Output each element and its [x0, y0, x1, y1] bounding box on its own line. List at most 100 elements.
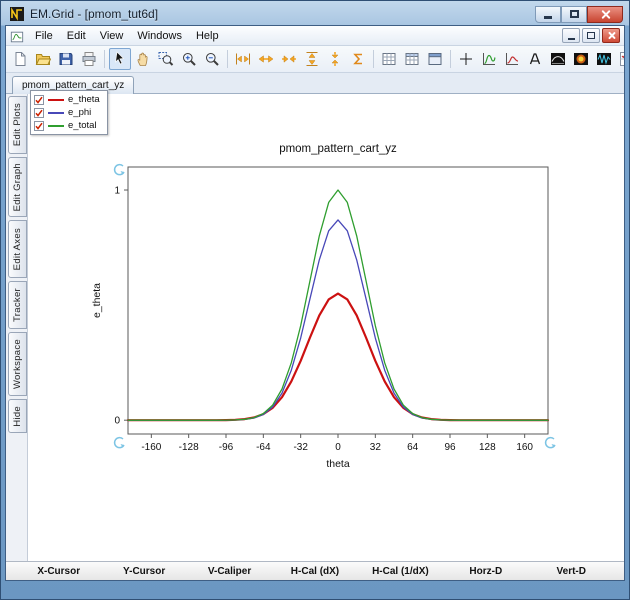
mdi-close-button[interactable]: [602, 28, 620, 43]
mdi-restore-icon: [587, 32, 595, 39]
cursor-column-vert-d: Vert-D: [556, 565, 586, 577]
select-tool-button[interactable]: [109, 48, 131, 70]
save-icon: [58, 51, 74, 67]
expand-horizontal-button[interactable]: [232, 48, 254, 70]
waveform-dark-icon: [596, 51, 612, 67]
close-icon: [600, 9, 611, 20]
sidebar-tab-edit-plots[interactable]: Edit Plots: [8, 96, 27, 154]
minimize-button[interactable]: [535, 5, 561, 23]
zoom-out-icon: [204, 51, 220, 67]
zoom-out-button[interactable]: [201, 48, 223, 70]
mdi-minimize-button[interactable]: [562, 28, 580, 43]
app-icon: [9, 6, 25, 22]
add-marker-button[interactable]: [455, 48, 477, 70]
svg-text:-32: -32: [293, 442, 308, 453]
titlebar[interactable]: EM.Grid - [pmom_tut6d]: [5, 1, 625, 25]
sidebar-tab-hide[interactable]: Hide: [8, 399, 27, 433]
legend-checkbox-e-phi[interactable]: [34, 107, 44, 118]
maximize-icon: [569, 10, 579, 18]
plot-checklist-button[interactable]: [616, 48, 624, 70]
menu-windows[interactable]: Windows: [130, 28, 189, 44]
legend-row-e-phi: e_phi: [34, 106, 100, 119]
collapse-h-icon: [281, 51, 297, 67]
menu-help[interactable]: Help: [189, 28, 226, 44]
legend-checkbox-e-total[interactable]: [34, 120, 44, 131]
surface-dark-icon: [550, 51, 566, 67]
waveform-plot-button[interactable]: [593, 48, 615, 70]
legend-label: e_theta: [68, 94, 100, 105]
svg-text:0: 0: [335, 442, 341, 453]
svg-text:96: 96: [444, 442, 456, 453]
toolbar-separator: [227, 50, 228, 68]
svg-text:160: 160: [516, 442, 533, 453]
grid-options-button[interactable]: [378, 48, 400, 70]
zoom-window-button[interactable]: [155, 48, 177, 70]
y-axis-label: e_theta: [91, 283, 103, 318]
menu-file[interactable]: File: [28, 28, 60, 44]
edit-curve-button[interactable]: [501, 48, 523, 70]
mdi-close-icon: [607, 31, 616, 40]
maximize-button[interactable]: [561, 5, 587, 23]
cross-icon: [458, 51, 474, 67]
sidebar-tab-label: Edit Plots: [12, 103, 23, 147]
mdi-window-buttons: [562, 28, 620, 43]
sidebar-tab-workspace[interactable]: Workspace: [8, 332, 27, 396]
surface-plot-button[interactable]: [547, 48, 569, 70]
add-curve-button[interactable]: [478, 48, 500, 70]
legend-checkbox-e-theta[interactable]: [34, 94, 44, 105]
cursor-readout-bar: X-Cursor Y-Cursor V-Caliper H-Cal (dX) H-Cal…: [6, 561, 624, 580]
window-icon: [427, 51, 443, 67]
toolbar-separator: [373, 50, 374, 68]
chart-canvas[interactable]: pmom_pattern_cart_yz -160 -128 -96 -64 -32 0 32…: [62, 112, 582, 512]
open-file-button[interactable]: [32, 48, 54, 70]
toolbar-separator: [104, 50, 105, 68]
add-text-button[interactable]: [524, 48, 546, 70]
sidebar-tab-label: Tracker: [12, 288, 23, 322]
legend-row-e-theta: e_theta: [34, 93, 100, 106]
check-grid-icon: [619, 51, 624, 67]
cursor-column-x-cursor: X-Cursor: [37, 565, 81, 577]
curve-green-icon: [481, 51, 497, 67]
window-layout-button[interactable]: [424, 48, 446, 70]
x-axis-label: theta: [326, 458, 350, 470]
chart-title: pmom_pattern_cart_yz: [279, 143, 397, 155]
legend-row-e-total: e_total: [34, 119, 100, 132]
open-folder-icon: [35, 51, 51, 67]
table-view-button[interactable]: [401, 48, 423, 70]
colormap-plot-button[interactable]: [570, 48, 592, 70]
cursor-column-h-cal-1-dx: H-Cal (1/dX): [372, 565, 429, 577]
zoom-in-button[interactable]: [178, 48, 200, 70]
sidebar-tab-edit-graph[interactable]: Edit Graph: [8, 157, 27, 217]
sidebar-tab-tracker[interactable]: Tracker: [8, 281, 27, 329]
legend-line-sample: [48, 98, 64, 101]
menu-items: File Edit View Windows Help: [28, 28, 226, 44]
expand-vertical-button[interactable]: [301, 48, 323, 70]
menu-view[interactable]: View: [93, 28, 131, 44]
legend-line-sample: [48, 124, 64, 127]
save-file-button[interactable]: [55, 48, 77, 70]
sidebar-tabs: Edit Plots Edit Graph Edit Axes Tracker Work…: [6, 94, 28, 561]
grid-plus-icon: [404, 51, 420, 67]
new-file-button[interactable]: [9, 48, 31, 70]
sidebar-tab-edit-axes[interactable]: Edit Axes: [8, 220, 27, 278]
shrink-horizontal-button[interactable]: [278, 48, 300, 70]
plot-legend: e_theta e_phi e_total: [30, 90, 108, 135]
svg-text:-160: -160: [141, 442, 161, 453]
mdi-restore-button[interactable]: [582, 28, 600, 43]
expand-h-icon: [235, 51, 251, 67]
arrows-h-icon: [258, 51, 274, 67]
shrink-vertical-button[interactable]: [324, 48, 346, 70]
sidebar-tab-label: Workspace: [12, 338, 23, 390]
collapse-v-icon: [327, 51, 343, 67]
pan-tool-button[interactable]: [132, 48, 154, 70]
scroll-horizontal-button[interactable]: [255, 48, 277, 70]
legend-label: e_phi: [68, 107, 92, 118]
print-button[interactable]: [78, 48, 100, 70]
autoscale-button[interactable]: [347, 48, 369, 70]
svg-text:0: 0: [114, 416, 120, 427]
close-button[interactable]: [587, 5, 623, 23]
zoom-in-icon: [181, 51, 197, 67]
menu-edit[interactable]: Edit: [60, 28, 93, 44]
menubar: File Edit View Windows Help: [6, 26, 624, 46]
plot-region[interactable]: e_theta e_phi e_total pmom_pattern_cart_yz…: [28, 90, 624, 561]
